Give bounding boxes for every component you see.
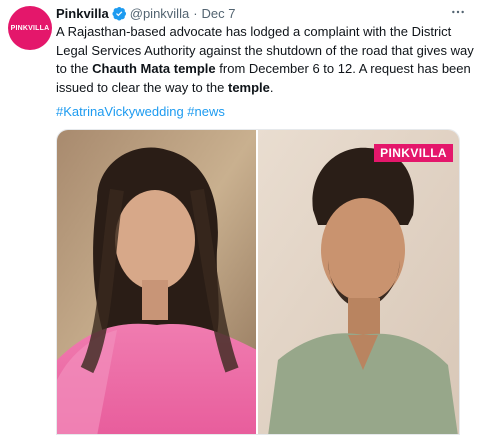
pinkvilla-watermark: PINKVILLA (374, 144, 453, 162)
author-name[interactable]: Pinkvilla (56, 6, 109, 21)
tweet-header: Pinkvilla @pinkvilla · Dec 7 (56, 4, 236, 22)
tweet-date[interactable]: Dec 7 (202, 6, 236, 21)
tweet-text-bold: temple (227, 79, 270, 95)
avatar[interactable]: PINKVILLA (8, 6, 52, 50)
more-options-button[interactable] (446, 0, 470, 24)
photo-woman-illustration (57, 130, 256, 434)
photo-man-illustration (258, 130, 459, 434)
more-horizontal-icon (452, 10, 464, 14)
separator-dot: · (193, 5, 198, 21)
hashtag-link[interactable]: #news (187, 104, 225, 119)
photo-woman-pink[interactable] (57, 130, 256, 434)
tweet-media[interactable]: PINKVILLA (56, 129, 460, 435)
hashtag-link[interactable]: #KatrinaVickywedding (56, 104, 184, 119)
avatar-logo-text: PINKVILLA (10, 24, 50, 32)
tweet-text-part: . (269, 79, 274, 95)
verified-badge-icon (112, 6, 126, 20)
tweet-text: A Rajasthan-based advocate has lodged a … (56, 23, 474, 97)
tweet[interactable]: PINKVILLA Pinkvilla @pinkvilla · Dec 7 A… (0, 0, 480, 435)
tweet-text-bold: Chauth Mata temple (92, 61, 216, 76)
hashtags: #KatrinaVickywedding #news (56, 103, 225, 121)
author-handle[interactable]: @pinkvilla (130, 6, 189, 21)
photo-man-beard[interactable]: PINKVILLA (258, 130, 459, 434)
